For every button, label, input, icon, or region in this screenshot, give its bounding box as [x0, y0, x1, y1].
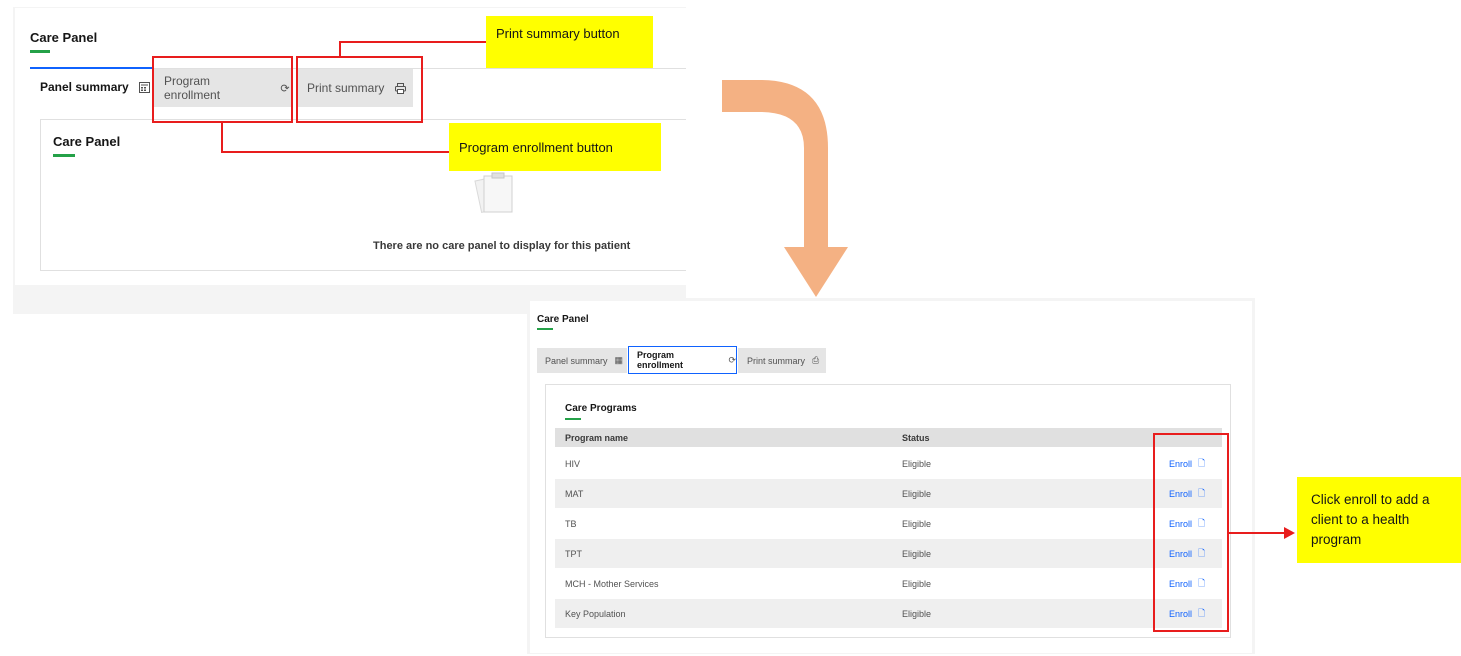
- page-title: Care Panel: [537, 314, 589, 325]
- enroll-connector-line: [1229, 532, 1285, 534]
- print-summary-highlight: [296, 56, 423, 123]
- program-name: MAT: [565, 488, 584, 499]
- tab-label: Panel summary: [40, 80, 129, 94]
- program-enrollment-highlight: [152, 56, 293, 123]
- print-summary-note: Print summary button: [486, 16, 653, 68]
- enroll-column-highlight: [1153, 433, 1229, 632]
- table-row: HIV Eligible Enroll 🗋: [555, 449, 1222, 478]
- program-status: Eligible: [902, 548, 932, 559]
- calculator-icon: ▦: [614, 355, 624, 365]
- tab-panel-summary[interactable]: Panel summary: [40, 76, 151, 98]
- program-status: Eligible: [902, 518, 932, 529]
- print-connector-horizontal: [339, 41, 486, 43]
- program-status: Eligible: [902, 608, 932, 619]
- active-tab-indicator: [30, 67, 152, 69]
- program-name: HIV: [565, 458, 581, 469]
- title-underline: [30, 50, 50, 53]
- program-name: TB: [565, 518, 577, 529]
- tab-label: Print summary: [747, 355, 806, 366]
- card-title-underline: [53, 154, 75, 157]
- program-enrollment-note: Program enrollment button: [449, 123, 661, 171]
- enroll-connector-horizontal: [221, 151, 449, 153]
- program-status: Eligible: [902, 488, 932, 499]
- card-title-underline: [565, 418, 581, 420]
- enroll-note: Click enroll to add a client to a health…: [1297, 477, 1461, 563]
- printer-icon: ⎙: [812, 355, 820, 365]
- tab-panel-summary[interactable]: Panel summary ▦: [537, 348, 627, 373]
- refresh-icon: ⟳: [728, 354, 736, 365]
- program-name: Key Population: [565, 608, 626, 619]
- program-name: TPT: [565, 548, 582, 559]
- table-row: MAT Eligible Enroll 🗋: [555, 479, 1222, 508]
- table-row: MCH - Mother Services Eligible Enroll 🗋: [555, 569, 1222, 598]
- flow-arrow-icon: [722, 80, 848, 297]
- program-status: Eligible: [902, 578, 932, 589]
- empty-state-message: There are no care panel to display for t…: [373, 240, 631, 252]
- table-row: Key Population Eligible Enroll 🗋: [555, 599, 1222, 628]
- print-connector-vertical: [339, 41, 341, 57]
- empty-state-clipboard-icon: [470, 168, 520, 218]
- column-header-program: Program name: [565, 432, 629, 443]
- enroll-connector-vertical: [221, 122, 223, 152]
- tab-label: Panel summary: [545, 355, 608, 366]
- page-title: Care Panel: [30, 30, 98, 45]
- column-header-status: Status: [902, 432, 930, 443]
- title-underline: [537, 328, 553, 330]
- card-title: Care Programs: [565, 403, 637, 414]
- card-title: Care Panel: [53, 134, 121, 149]
- calculator-icon: [139, 81, 151, 93]
- arrowhead-icon: [1284, 527, 1295, 539]
- program-status: Eligible: [902, 458, 932, 469]
- tab-print-summary[interactable]: Print summary ⎙: [738, 348, 826, 373]
- program-name: MCH - Mother Services: [565, 578, 659, 589]
- table-row: TPT Eligible Enroll 🗋: [555, 539, 1222, 568]
- table-row: TB Eligible Enroll 🗋: [555, 509, 1222, 538]
- tab-program-enrollment[interactable]: Program enrollment ⟳: [628, 346, 737, 374]
- table-header: Program name Status: [555, 428, 1222, 447]
- tab-label: Program enrollment: [637, 350, 684, 370]
